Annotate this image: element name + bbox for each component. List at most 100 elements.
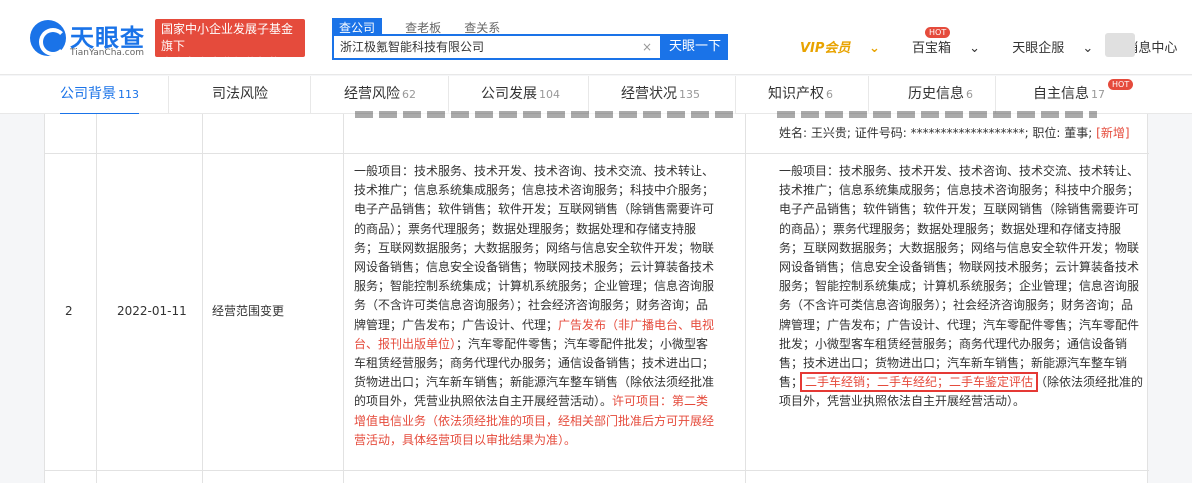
scope-text: 技术推广；信息系统集成服务；信息技术咨询服务；科技中介服务；: [779, 183, 1140, 198]
scope-text: 务；互联网数据服务；大数据服务；网络与信息安全软件开发；物联: [354, 240, 715, 255]
tab-history[interactable]: 历史信息 6: [908, 76, 973, 114]
tab-label: 自主信息: [1033, 86, 1089, 102]
scope-text: 电子产品销售；软件销售；软件开发；互联网销售（除销售需要许可: [354, 202, 715, 217]
after-line: 务（不含许可类信息咨询服务）；社会经济咨询服务；财务咨询；品: [779, 296, 1149, 315]
tab-ip[interactable]: 知识产权 6: [768, 76, 833, 114]
tab-count: 113: [118, 88, 139, 101]
before-line: 车租赁经营服务；商务代理代办服务；通信设备销售；技术进出口；: [354, 354, 746, 373]
search-button[interactable]: 天眼一下: [662, 34, 728, 60]
before-line: 的商品）；票务代理服务；数据处理服务；数据处理和存储支持服: [354, 220, 746, 239]
clear-icon[interactable]: ×: [642, 36, 652, 58]
tab-divider: [868, 76, 869, 114]
baibaoxiang-link[interactable]: 百宝箱 ⌄: [912, 41, 994, 56]
row-change-item: 经营范围变更: [212, 304, 285, 318]
row-date: 2022-01-11: [117, 304, 187, 318]
after-line: 服务；智能控制系统集成；计算机系统服务；企业管理；信息咨询服: [779, 277, 1149, 296]
before-line: 务（不含许可类信息咨询服务）；社会经济咨询服务；财务咨询；品: [354, 296, 746, 315]
before-line: 网设备销售；信息安全设备销售；物联网技术服务；云计算装备技术: [354, 258, 746, 277]
before-line: 货物进出口；汽车新车销售；新能源汽车整车销售（除依法须经批准: [354, 373, 746, 392]
cut-off-text: [355, 111, 735, 118]
tab-company-background[interactable]: 公司背景 113: [60, 76, 139, 115]
scope-text: 项目外，凭营业执照依法自主开展经营活动）。: [779, 394, 1026, 409]
tab-development[interactable]: 公司发展 104: [481, 76, 560, 114]
after-line: 批发；小微型客车租赁经营服务；商务代理代办服务；通信设备销: [779, 335, 1149, 354]
after-line: 售； 二手车经销；二手车经纪；二手车鉴定评估 （除依法须经批准的: [779, 372, 1149, 393]
before-line: 技术推广；信息系统集成服务；信息技术咨询服务；科技中介服务；: [354, 181, 746, 200]
chevron-down-icon: ⌄: [868, 41, 880, 56]
before-line: 营活动，具体经营项目以审批结果为准）。: [354, 431, 746, 450]
before-line: 务；互联网数据服务；大数据服务；网络与信息安全软件开发；物联: [354, 239, 746, 258]
scope-text: 车租赁经营服务；商务代理代办服务；通信设备销售；技术进出口；: [354, 356, 715, 371]
banner-line2: 官方备案企业征信机构: [161, 56, 282, 70]
changed-text: 台、报刊出版单位）: [354, 336, 457, 351]
changed-text: 广告发布（非广播电台、电视: [558, 317, 715, 332]
tab-self-info[interactable]: 自主信息 17: [1033, 76, 1105, 114]
tab-business-risk[interactable]: 经营风险 62: [344, 76, 416, 114]
banner-line1: 国家中小企业发展子基金旗下: [161, 22, 294, 53]
col-divider: [343, 114, 344, 483]
change-record-table: 姓名: 王兴贵; 证件号码: *******************; 职位: …: [44, 111, 1149, 483]
row-divider: [45, 470, 1149, 471]
baibaoxiang-label: 百宝箱: [912, 41, 952, 56]
row-index: 2: [65, 304, 73, 318]
prev-after-line: 姓名: 王兴贵; 证件号码: *******************; 职位: …: [779, 124, 1130, 143]
qifu-link[interactable]: 天眼企服 ⌄: [1012, 41, 1107, 56]
tab-operation[interactable]: 经营状况 135: [621, 76, 700, 114]
scope-text: 批发；小微型客车租赁经营服务；商务代理代办服务；通信设备销: [779, 336, 1128, 351]
scope-text: 技术推广；信息系统集成服务；信息技术咨询服务；科技中介服务；: [354, 183, 715, 198]
tab-divider: [310, 76, 311, 114]
scope-text: 服务；智能控制系统集成；计算机系统服务；企业管理；信息咨询服: [779, 279, 1140, 294]
tab-label: 历史信息: [908, 86, 964, 102]
after-line: 售；技术进出口；货物进出口；汽车新车销售；新能源汽车整车销: [779, 354, 1149, 373]
scope-text: 牌管理；广告发布；广告设计、代理；: [354, 317, 559, 332]
logo-domain: TianYanCha.com: [70, 48, 145, 58]
scope-text: ；汽车零配件零售；汽车零配件批发；小微型客: [456, 336, 709, 351]
changed-text: 营活动，具体经营项目以审批结果为准）。: [354, 432, 577, 447]
after-line: 电子产品销售；软件销售；软件开发；互联网销售（除销售需要许可: [779, 200, 1149, 219]
official-banner[interactable]: 国家中小企业发展子基金旗下 官方备案企业征信机构: [155, 19, 305, 70]
tab-count: 6: [826, 88, 833, 101]
after-line: 项目外，凭营业执照依法自主开展经营活动）。: [779, 392, 1149, 411]
search-input[interactable]: 浙江极氪智能科技有限公司 ×: [332, 34, 662, 60]
avatar[interactable]: [1105, 33, 1135, 57]
scope-text: 网设备销售；信息安全设备销售；物联网技术服务；云计算装备技术: [354, 260, 715, 275]
scope-text: 网设备销售；信息安全设备销售；物联网技术服务；云计算装备技术: [779, 260, 1140, 275]
before-line: 一般项目：技术服务、技术开发、技术咨询、技术交流、技术转让、: [354, 162, 746, 181]
changed-text: 许可项目：第二类: [612, 394, 709, 409]
tab-count: 104: [539, 88, 560, 101]
tab-legal-risk[interactable]: 司法风险: [212, 76, 268, 114]
chevron-down-icon: ⌄: [1082, 41, 1094, 56]
scope-text: 牌管理；广告发布；广告设计、代理；汽车零配件零售；汽车零配件: [779, 317, 1140, 332]
col-divider: [202, 114, 203, 483]
after-line: 的商品）；票务代理服务；数据处理服务；数据处理和存储支持服: [779, 220, 1149, 239]
scope-text: 一般项目：技术服务、技术开发、技术咨询、技术交流、技术转让、: [779, 164, 1140, 178]
tab-label: 经营状况: [621, 86, 677, 102]
content-after: 一般项目：技术服务、技术开发、技术咨询、技术交流、技术转让、 技术推广；信息系统集…: [779, 162, 1149, 412]
tab-label: 公司发展: [481, 86, 537, 102]
before-line: 牌管理；广告发布；广告设计、代理；广告发布（非广播电台、电视: [354, 316, 746, 335]
qifu-label: 天眼企服: [1012, 41, 1065, 56]
after-line: 网设备销售；信息安全设备销售；物联网技术服务；云计算装备技术: [779, 258, 1149, 277]
after-line: 牌管理；广告发布；广告设计、代理；汽车零配件零售；汽车零配件: [779, 316, 1149, 335]
tab-divider: [168, 76, 169, 114]
top-header: 天眼查 TianYanCha.com 国家中小企业发展子基金旗下 官方备案企业征…: [0, 0, 1192, 75]
scope-text: 售；: [779, 375, 804, 390]
scope-text: 的项目外，凭营业执照依法自主开展经营活动）。: [354, 394, 613, 409]
tab-divider: [735, 76, 736, 114]
after-line: 一般项目：技术服务、技术开发、技术咨询、技术交流、技术转让、: [779, 162, 1149, 181]
before-line: 电子产品销售；软件销售；软件开发；互联网销售（除销售需要许可: [354, 200, 746, 219]
tab-divider: [448, 76, 449, 114]
tab-count: 6: [966, 88, 973, 101]
scope-text: 务；互联网数据服务；大数据服务；网络与信息安全软件开发；物联: [779, 240, 1140, 255]
scope-text: 售；技术进出口；货物进出口；汽车新车销售；新能源汽车整车销: [779, 356, 1128, 371]
before-line: 台、报刊出版单位）；汽车零配件零售；汽车零配件批发；小微型客: [354, 335, 746, 354]
logo[interactable]: 天眼查 TianYanCha.com: [30, 18, 150, 60]
scope-text: 务（不含许可类信息咨询服务）；社会经济咨询服务；财务咨询；品: [354, 298, 709, 313]
scope-text: 务（不含许可类信息咨询服务）；社会经济咨询服务；财务咨询；品: [779, 298, 1134, 313]
row-divider: [45, 153, 1149, 154]
vip-link[interactable]: VIP会员 ⌄: [800, 41, 894, 56]
tab-count: 62: [402, 88, 416, 101]
scope-text: 一般项目：技术服务、技术开发、技术咨询、技术交流、技术转让、: [354, 164, 715, 178]
tab-label: 知识产权: [768, 86, 824, 102]
company-tabs: 公司背景 113 司法风险 经营风险 62 公司发展 104 经营状况 135 知识产权…: [0, 76, 1192, 115]
